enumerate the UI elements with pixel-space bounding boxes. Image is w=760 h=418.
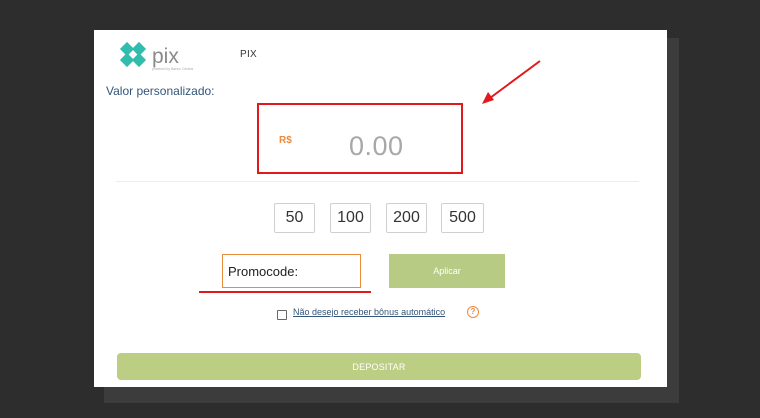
custom-amount-label: Valor personalizado:	[106, 84, 215, 98]
amount-input-box[interactable]: R$ 0.00	[257, 103, 463, 174]
pix-method-tab[interactable]: PIX	[240, 49, 257, 60]
amount-value[interactable]: 0.00	[349, 131, 404, 162]
quick-amount-50-button[interactable]: 50	[274, 203, 315, 233]
divider	[116, 181, 639, 182]
pix-logo-subtext: powered by Banco Central	[152, 67, 193, 71]
deposit-card: pix powered by Banco Central PIX Valor p…	[94, 30, 667, 387]
apply-promocode-button[interactable]: Aplicar	[389, 254, 505, 288]
quick-amount-100-button[interactable]: 100	[330, 203, 371, 233]
quick-amount-200-button[interactable]: 200	[386, 203, 427, 233]
bonus-opt-out-label[interactable]: Não desejo receber bônus automático	[293, 307, 445, 317]
bonus-opt-out-checkbox[interactable]	[277, 310, 287, 320]
pix-logo: pix powered by Banco Central	[118, 40, 202, 72]
highlight-underline	[199, 291, 371, 293]
quick-amount-500-button[interactable]: 500	[441, 203, 484, 233]
currency-symbol: R$	[279, 135, 292, 146]
promocode-input[interactable]	[222, 254, 361, 288]
deposit-button[interactable]: DEPOSITAR	[117, 353, 641, 380]
pix-logo-text: pix	[152, 45, 179, 68]
help-icon[interactable]: ?	[467, 306, 479, 318]
